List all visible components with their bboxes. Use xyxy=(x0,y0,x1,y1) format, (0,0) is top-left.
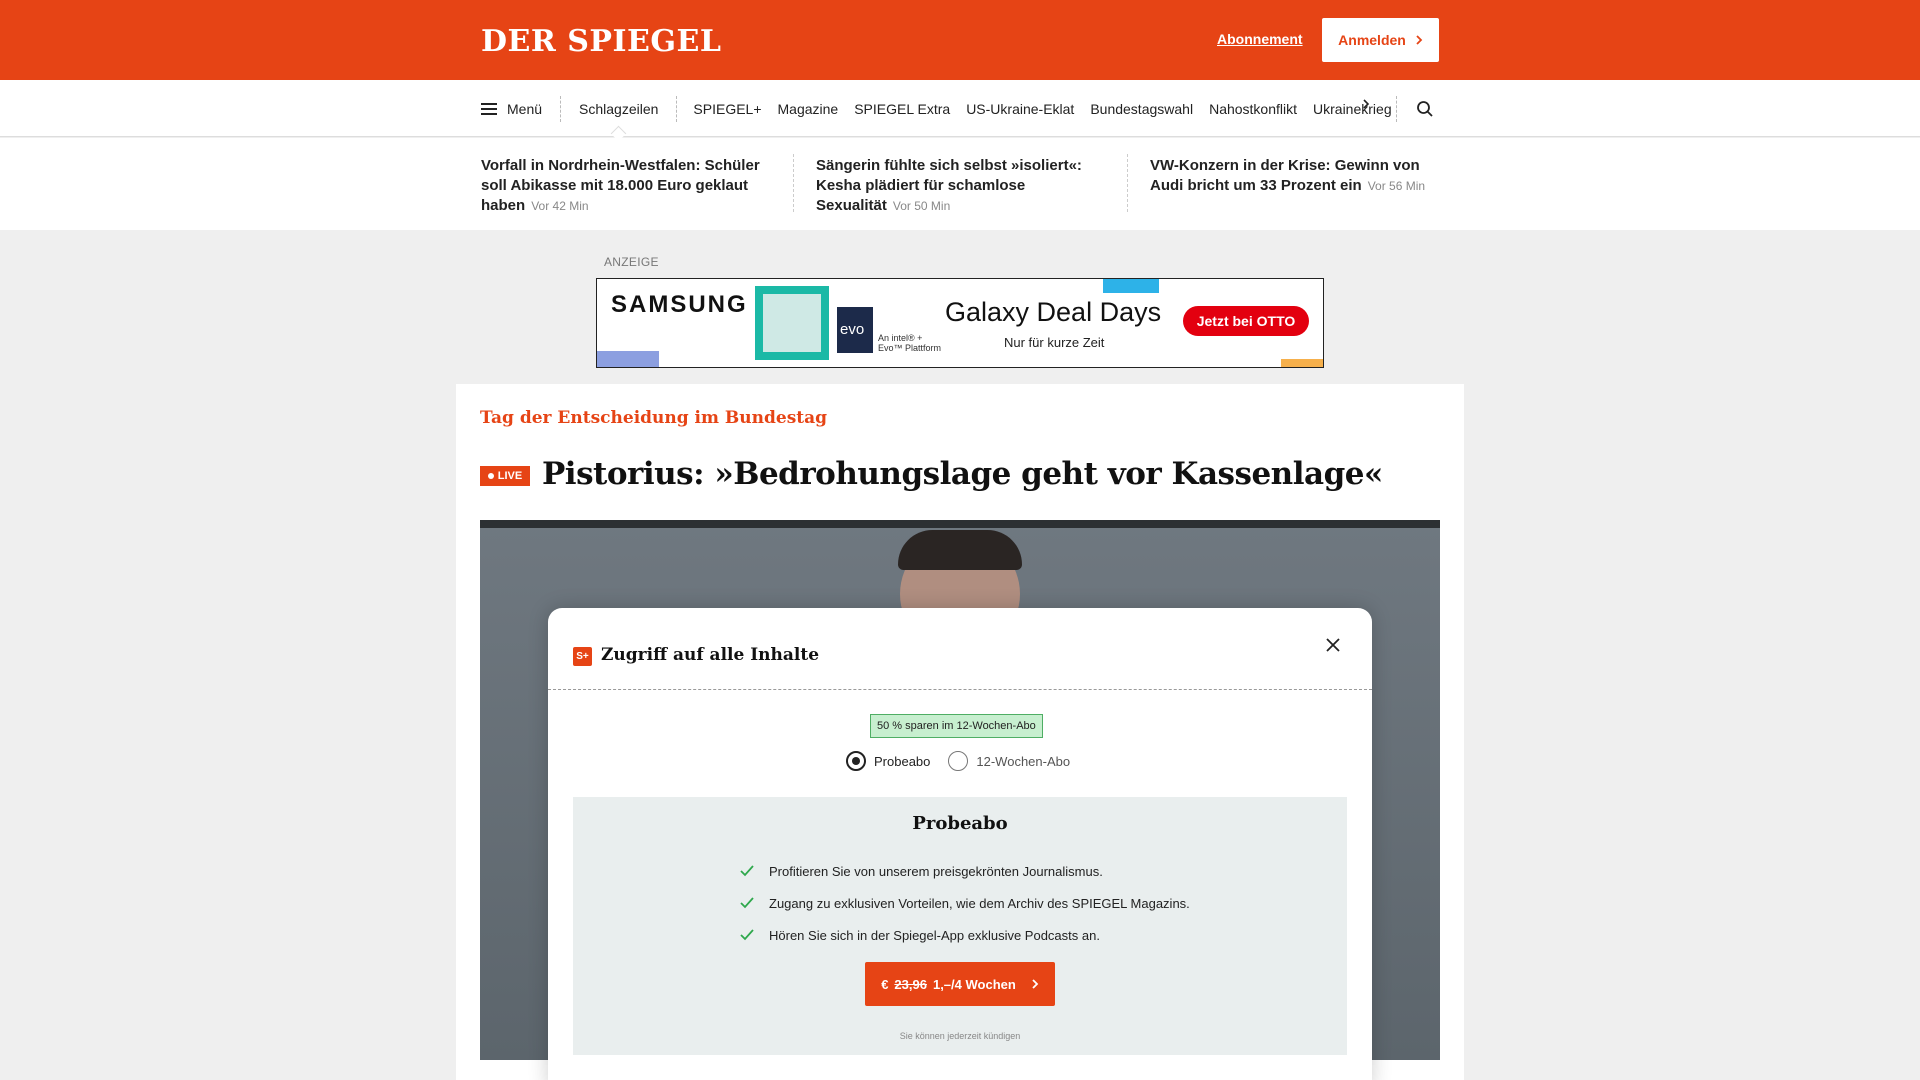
radio-unselected-icon xyxy=(948,751,969,771)
login-label: Anmelden xyxy=(1338,32,1406,48)
teaser-title: Vorfall in Nordrhein-Westfalen: Schüler … xyxy=(481,157,760,214)
chevron-right-icon xyxy=(1032,979,1039,989)
ad-decoration xyxy=(1103,279,1159,293)
chevron-right-icon xyxy=(1416,35,1423,45)
savings-badge: 50 % sparen im 12-Wochen-Abo xyxy=(870,714,1043,738)
modal-title: Zugriff auf alle Inhalte xyxy=(601,645,820,665)
nav-item-nahostkonflikt[interactable]: Nahostkonflikt xyxy=(1201,101,1305,117)
subscribe-button[interactable]: € 23,96 1,–/4 Wochen xyxy=(865,962,1055,1006)
live-label: LIVE xyxy=(497,470,523,482)
plan-details: Probeabo Profitieren Sie von unserem pre… xyxy=(573,797,1347,1055)
paywall-modal: S+ Zugriff auf alle Inhalte 50 % sparen … xyxy=(548,608,1372,1080)
ad-decoration xyxy=(597,351,659,367)
person-hair xyxy=(898,530,1022,570)
ad-decoration xyxy=(1281,359,1323,367)
ad-headline: Galaxy Deal Days xyxy=(945,297,1162,327)
live-badge: LIVE xyxy=(480,466,530,486)
check-icon xyxy=(740,929,754,941)
image-edge xyxy=(480,520,1440,528)
nav-divider xyxy=(1396,96,1397,122)
nav-item-magazine[interactable]: Magazine xyxy=(770,101,847,117)
chevron-right-icon xyxy=(1363,99,1370,109)
plan-selector: Probeabo 12-Wochen-Abo xyxy=(846,751,1070,771)
teaser-time: Vor 42 Min xyxy=(531,199,589,213)
teaser-item[interactable]: VW-Konzern in der Krise: Gewinn von Audi… xyxy=(1150,156,1440,196)
cta-old-price: 23,96 xyxy=(894,976,927,992)
ad-brand: SAMSUNG xyxy=(611,291,748,318)
teaser-item[interactable]: Vorfall in Nordrhein-Westfalen: Schüler … xyxy=(481,156,781,216)
ad-banner[interactable]: SAMSUNG evo An intel® + Evo™ Plattform G… xyxy=(596,278,1324,368)
article-kicker[interactable]: Tag der Entscheidung im Bundestag xyxy=(480,408,827,428)
menu-label: Menü xyxy=(507,100,543,117)
login-button[interactable]: Anmelden xyxy=(1322,18,1439,62)
site-header: DER SPIEGEL Abonnement Anmelden xyxy=(0,0,1920,80)
benefit-item: Zugang zu exklusiven Vorteilen, wie dem … xyxy=(739,887,1190,919)
benefit-item: Hören Sie sich in der Spiegel-App exklus… xyxy=(739,919,1190,951)
check-icon xyxy=(740,897,754,909)
teaser-divider xyxy=(1127,154,1128,212)
headline-teasers: Vorfall in Nordrhein-Westfalen: Schüler … xyxy=(0,138,1920,230)
main-nav: Menü Schlagzeilen SPIEGEL+ Magazine SPIE… xyxy=(0,80,1920,137)
intel-text: An intel® + Evo™ Plattform xyxy=(878,333,941,353)
search-icon[interactable] xyxy=(1416,100,1434,118)
subscription-link[interactable]: Abonnement xyxy=(1217,31,1303,47)
nav-scroll-button[interactable] xyxy=(1362,97,1370,115)
close-icon[interactable] xyxy=(1323,635,1343,655)
nav-item-spiegel-extra[interactable]: SPIEGEL Extra xyxy=(846,101,958,117)
nav-item-spiegel-plus[interactable]: SPIEGEL+ xyxy=(677,101,769,117)
benefit-list: Profitieren Sie von unserem preisgekrönt… xyxy=(739,855,1190,951)
nav-item-ukrainekrieg[interactable]: Ukrainekrieg xyxy=(1305,101,1400,117)
teaser-time: Vor 56 Min xyxy=(1367,179,1426,193)
benefit-text: Zugang zu exklusiven Vorteilen, wie dem … xyxy=(769,895,1190,911)
nav-item-schlagzeilen[interactable]: Schlagzeilen xyxy=(561,95,678,122)
radio-probeabo[interactable]: Probeabo xyxy=(846,751,930,771)
hamburger-icon xyxy=(481,102,497,115)
cta-new-price: 1,–/4 Wochen xyxy=(932,976,1016,992)
radio-label: Probeabo xyxy=(874,753,931,769)
plan-title: Probeabo xyxy=(912,813,1008,834)
laptop-image xyxy=(755,286,829,360)
ad-label: ANZEIGE xyxy=(604,255,659,269)
ad-cta-button[interactable]: Jetzt bei OTTO xyxy=(1183,306,1309,336)
intel-line-2: Evo™ Plattform xyxy=(878,343,942,353)
nav-item-us-ukraine-eklat[interactable]: US-Ukraine-Eklat xyxy=(958,101,1082,117)
article-headline[interactable]: Pistorius: »Bedrohungslage geht vor Kass… xyxy=(542,456,1383,492)
radio-label: 12-Wochen-Abo xyxy=(976,753,1071,769)
benefit-text: Profitieren Sie von unserem preisgekrönt… xyxy=(769,863,1103,879)
check-icon xyxy=(740,865,754,877)
cta-currency: € xyxy=(881,976,889,992)
radio-selected-icon xyxy=(846,751,866,771)
site-logo[interactable]: DER SPIEGEL xyxy=(481,24,721,59)
intel-line-1: An intel® + xyxy=(878,333,923,343)
teaser-divider xyxy=(793,154,794,212)
modal-header: S+ Zugriff auf alle Inhalte xyxy=(548,608,1372,690)
cancel-note: Sie können jederzeit kündigen xyxy=(899,1031,1021,1041)
evo-badge: evo xyxy=(837,307,873,353)
spiegel-plus-icon: S+ xyxy=(573,647,592,666)
teaser-item[interactable]: Sängerin fühlte sich selbst »isoliert«: … xyxy=(816,156,1106,216)
radio-12-wochen-abo[interactable]: 12-Wochen-Abo xyxy=(948,751,1070,771)
teaser-time: Vor 50 Min xyxy=(892,199,951,213)
nav-item-bundestagswahl[interactable]: Bundestagswahl xyxy=(1082,101,1201,117)
benefit-item: Profitieren Sie von unserem preisgekrönt… xyxy=(739,855,1190,887)
live-dot-icon xyxy=(487,473,494,479)
ad-subline: Nur für kurze Zeit xyxy=(1004,335,1105,350)
benefit-text: Hören Sie sich in der Spiegel-App exklus… xyxy=(769,927,1100,943)
menu-button[interactable]: Menü xyxy=(481,95,562,122)
